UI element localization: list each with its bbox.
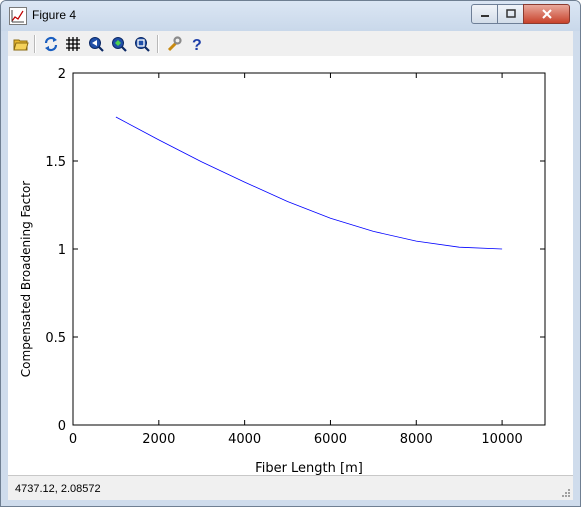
x-axis-label: Fiber Length [m]: [255, 461, 363, 475]
plot-area[interactable]: 0 2000 4000 6000 8000 10000 0 0.5 1 1.5 2 Fiber Le…: [8, 56, 573, 475]
figure-app-icon: [9, 7, 27, 25]
maximize-icon: [505, 9, 516, 18]
maximize-button[interactable]: [497, 4, 524, 24]
settings-button[interactable]: [165, 35, 183, 53]
zoom-in-button[interactable]: [87, 35, 105, 53]
status-bar: 4737.12, 2.08572: [8, 475, 573, 500]
grid-icon: [66, 37, 80, 51]
y-tick-label: 2: [58, 67, 66, 82]
series-line: [115, 116, 503, 250]
cursor-coordinates: 4737.12, 2.08572: [15, 483, 101, 495]
resize-grip-icon[interactable]: [561, 488, 571, 498]
refresh-button[interactable]: [42, 35, 60, 53]
x-tick-label: 2000: [142, 432, 175, 447]
x-tick-label: 6000: [314, 432, 347, 447]
line-chart[interactable]: 0 2000 4000 6000 8000 10000 0 0.5 1 1.5 2 Fiber Le…: [8, 56, 573, 475]
close-icon: [541, 9, 552, 19]
figure-client-area: ? 0 2000 4000 6000 8000 10000 0 0.5 1 1.5 2 Fiber …: [8, 31, 573, 500]
y-tick-label: 1: [58, 243, 66, 258]
x-tick-label: 8000: [400, 432, 433, 447]
title-bar[interactable]: Figure 4: [1, 1, 580, 31]
help-button[interactable]: ?: [188, 35, 206, 53]
x-tick-label: 4000: [228, 432, 261, 447]
y-tick-label: 0: [58, 419, 66, 434]
open-folder-icon: [13, 39, 29, 51]
y-tick-label: 0.5: [45, 331, 66, 346]
open-button[interactable]: [12, 35, 30, 53]
figure-window: Figure 4 ? 0 2000 4000 6000 8000 10000 0…: [0, 0, 581, 507]
zoom-out-button[interactable]: [110, 35, 128, 53]
grid-button[interactable]: [64, 35, 82, 53]
zoom-in-icon: [89, 37, 104, 52]
zoom-fit-button[interactable]: [133, 35, 151, 53]
x-tick-label: 0: [69, 432, 77, 447]
minimize-icon: [480, 15, 489, 17]
close-button[interactable]: [523, 4, 570, 24]
svg-text:?: ?: [192, 37, 202, 52]
plot-frame: [72, 72, 546, 426]
window-title: Figure 4: [32, 8, 77, 22]
minimize-button[interactable]: [471, 4, 498, 24]
wrench-icon: [167, 36, 182, 52]
help-icon: ?: [192, 37, 202, 52]
x-tick-label: 10000: [481, 432, 522, 447]
refresh-icon: [44, 36, 58, 52]
figure-toolbar: ?: [8, 31, 573, 57]
y-axis-label: Compensated Broadening Factor: [19, 181, 33, 378]
zoom-out-icon: [112, 37, 127, 52]
zoom-fit-icon: [135, 37, 150, 52]
y-tick-label: 1.5: [45, 155, 66, 170]
